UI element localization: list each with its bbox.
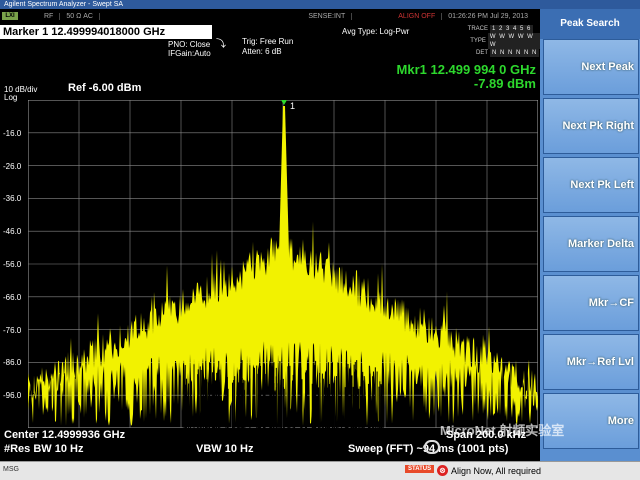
trigger-setting: Trig: Free Run: [242, 37, 294, 46]
trace-value: 1 2 3 4 5 6: [490, 25, 534, 33]
measurement-header: Marker 1 12.499994018000 GHz PNO: Close …: [0, 23, 540, 62]
marker-delta-button[interactable]: Marker Delta: [543, 216, 639, 272]
sweep-icon: ⤵: [216, 39, 226, 50]
next-peak-left-button[interactable]: Next Pk Left: [543, 157, 639, 213]
y-axis-labels: -16.0 -26.0 -36.0 -46.0 -56.0 -66.0 -76.0 -86.0…: [0, 100, 28, 428]
marker-readout: Mkr1 12.499 994 0 GHz -7.89 dBm: [397, 63, 536, 91]
softkey-panel: Peak Search Next Peak Next Pk Right Next…: [540, 9, 640, 461]
active-marker-title[interactable]: Marker 1 12.499994018000 GHz: [0, 25, 212, 39]
det-label: DET: [476, 50, 488, 56]
marker-to-ref-level-button[interactable]: Mkr→Ref Lvl: [543, 334, 639, 390]
marker-frequency: Mkr1 12.499 994 0 GHz: [396, 62, 536, 77]
plot-annotations: Mkr1 12.499 994 0 GHz -7.89 dBm 10 dB/di…: [0, 62, 540, 102]
center-frequency[interactable]: Center 12.4999936 GHz: [4, 429, 125, 441]
sense-status: SENSE:INT: [302, 12, 353, 20]
softkey-menu-title: Peak Search: [540, 9, 640, 39]
y-tick-label: -76.0: [3, 325, 22, 335]
attenuation-setting: Atten: 6 dB: [242, 47, 282, 56]
next-peak-right-button[interactable]: Next Pk Right: [543, 98, 639, 154]
window-title: Agilent Spectrum Analyzer - Swept SA: [4, 1, 124, 8]
marker-number: 1: [290, 101, 295, 111]
warning-icon: ⊗: [437, 465, 448, 476]
y-tick-label: -86.0: [3, 358, 22, 368]
status-bar: MSG STATUS ⊗ Align Now, All required: [0, 461, 640, 480]
marker-to-cf-button[interactable]: Mkr→CF: [543, 275, 639, 331]
y-tick-label: -16.0: [3, 128, 22, 138]
det-value: N N N N N N: [490, 49, 540, 57]
rf-input-label: RF: [38, 12, 61, 20]
next-peak-button[interactable]: Next Peak: [543, 39, 639, 95]
spectrum-plot[interactable]: 1: [28, 100, 538, 428]
wechat-icon: [424, 440, 440, 454]
impedance-coupling: 50 Ω AC: [60, 12, 100, 20]
message-label: MSG: [3, 466, 19, 473]
spectrum-plot-svg: 1: [28, 100, 538, 428]
type-value: W W W W W W: [487, 33, 540, 49]
reference-level: Ref -6.00 dBm: [68, 82, 142, 94]
instrument-info-bar: LXI RF 50 Ω AC SENSE:INT ALIGN OFF 01:26…: [0, 9, 540, 23]
align-status: ALIGN OFF: [392, 12, 443, 20]
y-tick-label: -46.0: [3, 227, 22, 237]
resolution-bandwidth[interactable]: #Res BW 10 Hz: [4, 443, 83, 455]
y-tick-label: -36.0: [3, 194, 22, 204]
status-message: Align Now, All required: [451, 466, 542, 476]
date-time: 01:26:26 PM Jul 29, 2013: [448, 12, 528, 20]
type-label: TYPE: [470, 38, 486, 44]
y-tick-label: -56.0: [3, 260, 22, 269]
window-title-bar: Agilent Spectrum Analyzer - Swept SA: [0, 0, 640, 9]
lxi-badge: LXI: [2, 12, 18, 20]
status-button[interactable]: STATUS: [405, 465, 435, 473]
y-tick-label: -66.0: [3, 292, 22, 302]
ifgain-setting: IFGain:Auto: [168, 49, 211, 58]
avg-type: Avg Type: Log-Pwr: [342, 27, 410, 36]
y-tick-label: -96.0: [3, 391, 22, 401]
y-tick-label: -26.0: [3, 161, 22, 171]
video-bandwidth[interactable]: VBW 10 Hz: [196, 443, 253, 455]
trace-label: TRACE: [467, 26, 488, 32]
marker-amplitude: -7.89 dBm: [473, 76, 536, 91]
pno-setting: PNO: Close: [168, 40, 211, 49]
watermark-text: MicroNet 射频实验室: [440, 423, 565, 438]
trace-status-table: TRACE 1 2 3 4 5 6 TYPE W W W W W W DET N…: [466, 25, 540, 57]
